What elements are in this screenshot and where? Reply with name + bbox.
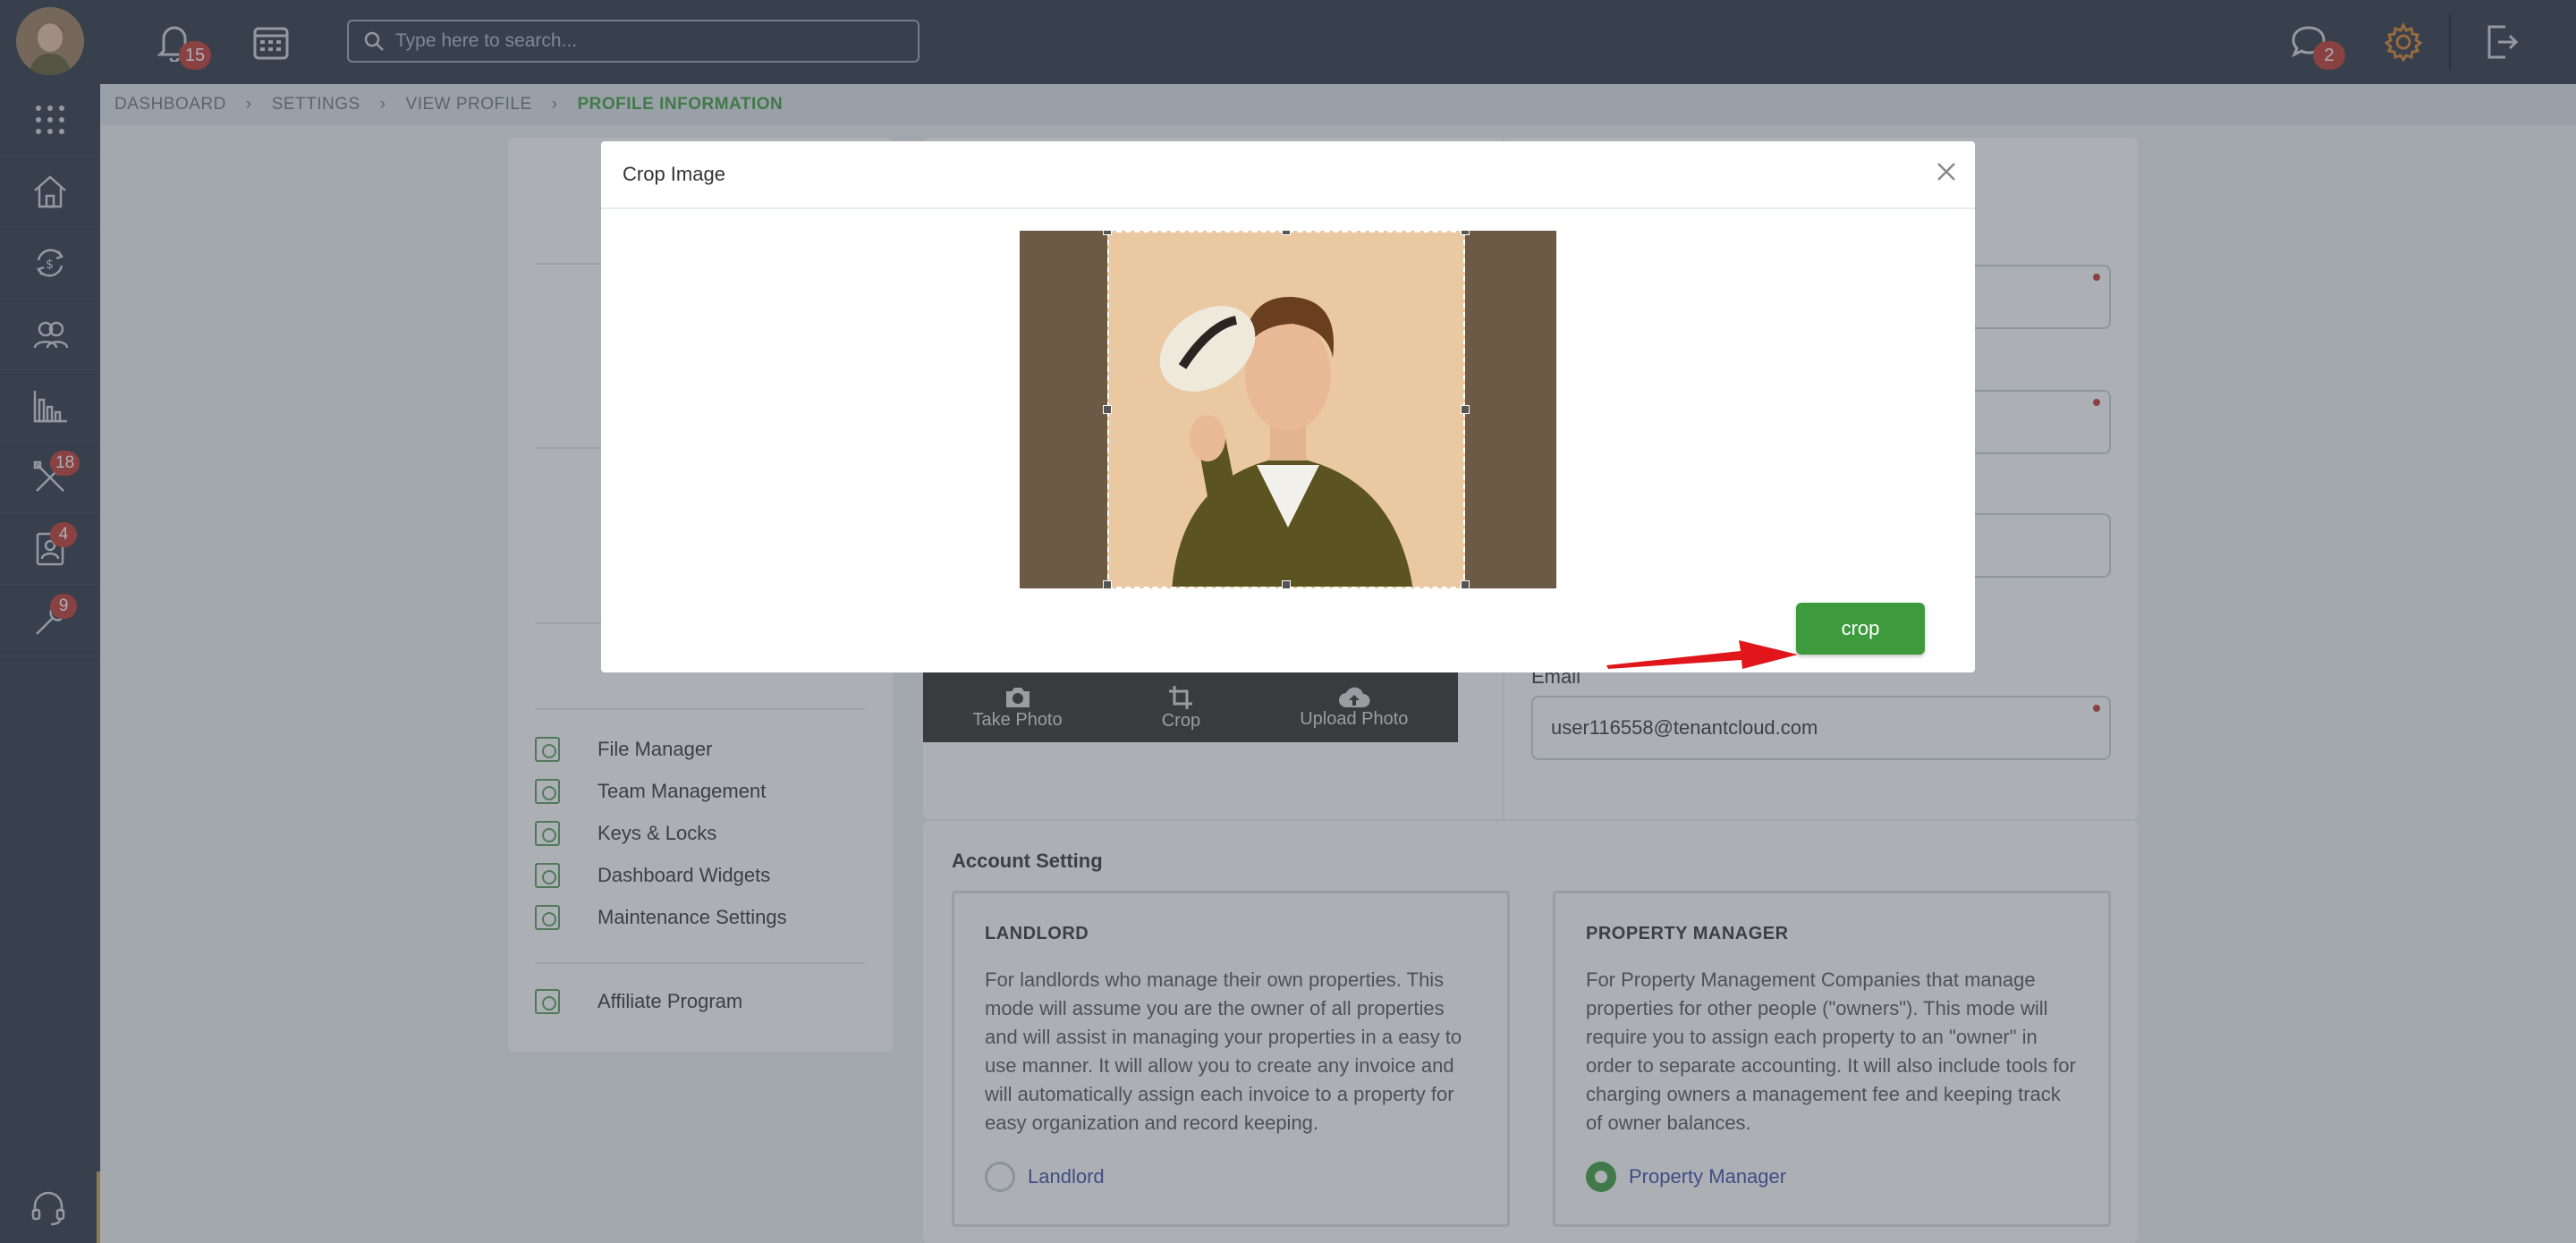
crop-handle[interactable] — [1461, 405, 1470, 414]
close-icon[interactable] — [1932, 157, 1961, 186]
crop-selection-box[interactable] — [1107, 231, 1465, 588]
profile-photo-image — [1109, 233, 1463, 587]
crop-button[interactable]: crop — [1796, 603, 1925, 655]
crop-image-modal: Crop Image crop — [601, 141, 1975, 672]
modal-header: Crop Image — [601, 141, 1975, 209]
annotation-arrow-icon — [1606, 640, 1798, 669]
crop-handle[interactable] — [1103, 580, 1112, 588]
crop-canvas[interactable] — [1020, 231, 1556, 588]
crop-handle[interactable] — [1282, 580, 1291, 588]
crop-handle[interactable] — [1103, 405, 1112, 414]
crop-handle[interactable] — [1282, 231, 1291, 235]
crop-handle[interactable] — [1461, 231, 1470, 235]
modal-title: Crop Image — [623, 163, 725, 185]
crop-handle[interactable] — [1103, 231, 1112, 235]
crop-handle[interactable] — [1461, 580, 1470, 588]
